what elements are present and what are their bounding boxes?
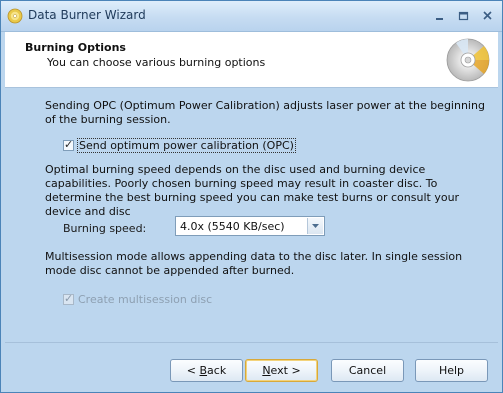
chevron-down-icon[interactable]: [307, 218, 323, 234]
back-button-accesskey: B: [199, 364, 208, 377]
opc-checkbox-label[interactable]: Send optimum power calibration (OPC): [77, 137, 296, 153]
next-button-suffix: ext >: [270, 364, 301, 377]
next-button[interactable]: Next >: [245, 359, 318, 382]
back-button-prefix: <: [186, 364, 200, 377]
wizard-content: Sending OPC (Optimum Power Calibration) …: [5, 88, 498, 342]
window-title: Data Burner Wizard: [28, 8, 146, 22]
cancel-button[interactable]: Cancel: [331, 359, 404, 382]
page-title: Burning Options: [25, 41, 126, 54]
burning-speed-value: 4.0x (5540 KB/sec): [180, 220, 285, 233]
wizard-footer: < Back Next > Cancel Help: [5, 342, 498, 389]
opc-description: Sending OPC (Optimum Power Calibration) …: [45, 99, 485, 126]
back-button[interactable]: < Back: [170, 359, 243, 382]
title-bar[interactable]: Data Burner Wizard: [1, 1, 502, 32]
multisession-checkbox-label: Create multisession disc: [78, 292, 213, 306]
back-button-suffix: ack: [207, 364, 227, 377]
opc-checkbox-row[interactable]: ✓ Send optimum power calibration (OPC): [63, 137, 296, 153]
maximize-icon[interactable]: [458, 11, 470, 22]
help-button[interactable]: Help: [415, 359, 488, 382]
burning-speed-select[interactable]: 4.0x (5540 KB/sec): [175, 216, 325, 236]
wizard-header: Burning Options You can choose various b…: [5, 32, 498, 88]
next-button-accesskey: N: [262, 364, 271, 377]
multisession-checkbox-row: ✓ Create multisession disc: [63, 291, 212, 307]
burning-speed-label: Burning speed:: [63, 222, 147, 235]
opc-checkbox[interactable]: ✓: [63, 137, 74, 151]
multisession-description: Multisession mode allows appending data …: [45, 250, 463, 277]
minimize-icon[interactable]: [434, 11, 446, 22]
wizard-window: Data Burner Wizard Burning Options You c…: [0, 0, 503, 393]
multisession-checkbox: ✓: [63, 291, 74, 305]
speed-description: Optimal burning speed depends on the dis…: [45, 163, 460, 218]
page-subtitle: You can choose various burning options: [47, 56, 266, 69]
checkmark-icon: ✓: [64, 137, 74, 151]
disc-burn-icon: [444, 36, 492, 84]
disc-icon: [7, 8, 23, 24]
close-icon[interactable]: [482, 11, 494, 22]
checkmark-icon: ✓: [64, 291, 74, 305]
